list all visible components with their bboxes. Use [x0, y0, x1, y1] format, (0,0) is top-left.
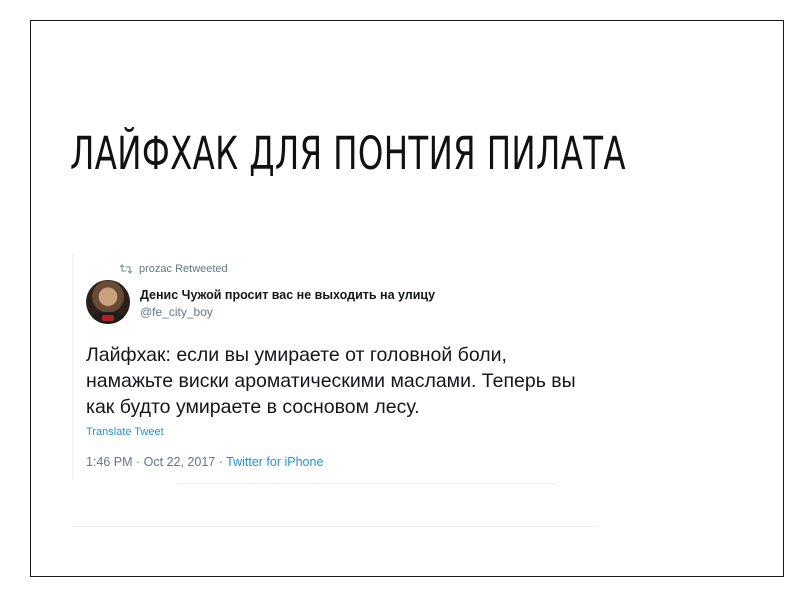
- retweet-context: prozac Retweeted: [119, 263, 228, 275]
- tweet-source-link[interactable]: Twitter for iPhone: [226, 455, 323, 469]
- translate-tweet-link[interactable]: Translate Tweet: [86, 426, 164, 438]
- retweet-icon: [119, 264, 133, 274]
- tweet-card: prozac Retweeted Денис Чужой просит вас …: [72, 254, 600, 540]
- avatar-shirt-print: [102, 315, 114, 321]
- tweet-timestamp[interactable]: 1:46 PM · Oct 22, 2017 ·: [86, 455, 226, 469]
- slide-title: ЛАЙФХАК ДЛЯ ПОНТИЯ ПИЛАТА: [70, 127, 626, 180]
- divider: [72, 526, 598, 527]
- retweeted-by-label[interactable]: prozac Retweeted: [139, 263, 228, 275]
- divider: [177, 483, 557, 484]
- avatar[interactable]: [86, 280, 130, 324]
- tweet-text: Лайфхак: если вы умираете от головной бо…: [86, 344, 576, 418]
- tweet-meta: 1:46 PM · Oct 22, 2017 · Twitter for iPh…: [86, 455, 323, 469]
- author-handle[interactable]: @fe_city_boy: [140, 305, 213, 319]
- tweet-border: [72, 254, 73, 480]
- author-name[interactable]: Денис Чужой просит вас не выходить на ул…: [140, 288, 435, 302]
